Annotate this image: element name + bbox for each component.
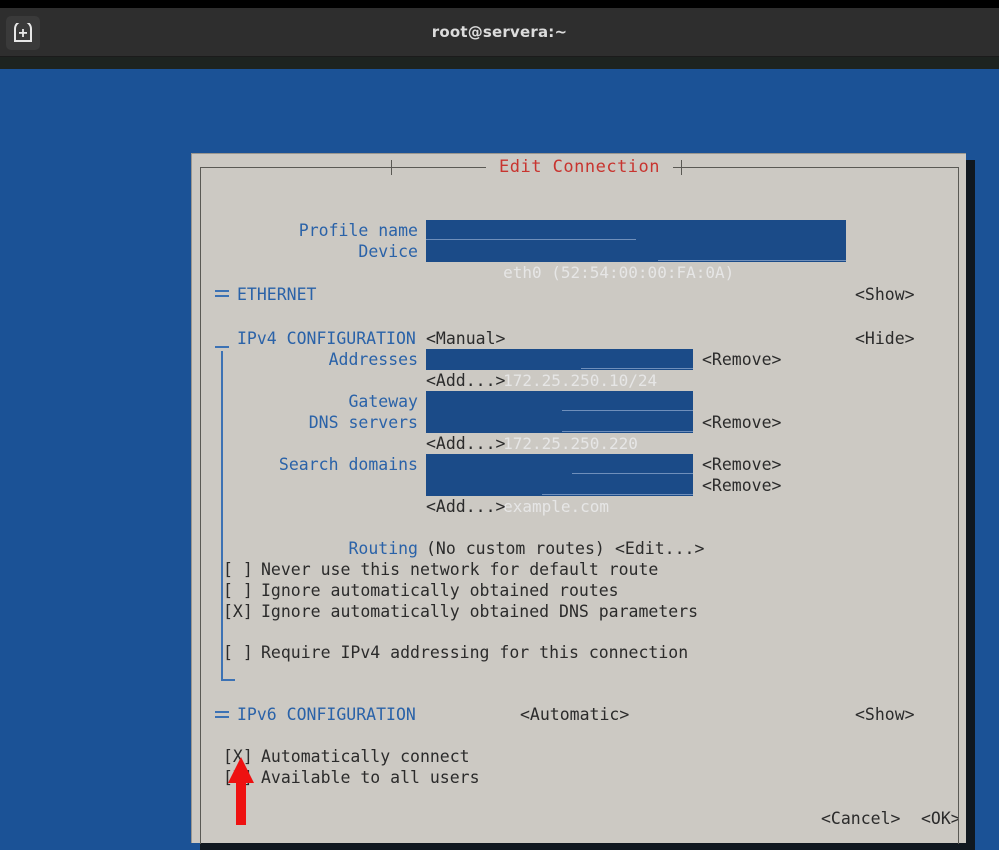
dns-servers-label: DNS servers <box>201 412 418 433</box>
checkbox-never-default-route-label[interactable]: Never use this network for default route <box>261 559 658 580</box>
window-top-strip <box>0 0 999 8</box>
ipv4-method-select[interactable]: <Manual> <box>426 328 505 349</box>
search-domain-input-1[interactable]: example.com <box>426 475 693 496</box>
ipv6-show-button[interactable]: <Show> <box>855 704 915 725</box>
edit-connection-dialog: Edit Connection Profile name Wired conne… <box>191 153 966 843</box>
profile-name-input[interactable]: Wired connection 1 <box>426 220 846 241</box>
dns-server-add-button[interactable]: <Add...> <box>426 433 505 454</box>
routing-label: Routing <box>201 538 418 559</box>
section-ipv6-label: IPv6 CONFIGURATION <box>237 704 416 725</box>
gateway-underline <box>562 410 693 411</box>
dialog-content: Profile name Wired connection 1 Device e… <box>201 180 958 843</box>
dialog-title-text: Edit Connection <box>486 157 673 177</box>
section-ipv4-label: IPv4 CONFIGURATION <box>237 328 416 349</box>
checkbox-auto-connect-label[interactable]: Automatically connect <box>261 746 470 767</box>
ipv4-tree-top-branch <box>215 346 229 348</box>
search-domain-remove-button-0[interactable]: <Remove> <box>702 454 781 475</box>
terminal-title: root@servera:~ <box>0 8 999 57</box>
gateway-label: Gateway <box>201 391 418 412</box>
ethernet-show-button[interactable]: <Show> <box>855 284 915 305</box>
checkbox-ignore-routes-label[interactable]: Ignore automatically obtained routes <box>261 580 619 601</box>
ipv4-tree-bottom-branch <box>221 679 235 681</box>
device-label: Device <box>201 241 418 262</box>
tui-desktop: Edit Connection Profile name Wired conne… <box>0 69 999 766</box>
search-domains-label: Search domains <box>201 454 418 475</box>
checkbox-ignore-dns-label[interactable]: Ignore automatically obtained DNS parame… <box>261 601 698 622</box>
profile-name-underline <box>426 239 636 240</box>
section-ethernet-label: ETHERNET <box>237 284 316 305</box>
dns-server-value-0: 172.25.250.220 <box>503 434 638 453</box>
ipv6-collapsed-marker <box>215 711 229 713</box>
checkbox-ignore-routes-mark[interactable]: [ ] <box>223 580 253 601</box>
checkbox-require-ipv4-label[interactable]: Require IPv4 addressing for this connect… <box>261 642 688 663</box>
ipv6-method-select[interactable]: <Automatic> <box>520 704 629 725</box>
address-add-button[interactable]: <Add...> <box>426 370 505 391</box>
checkbox-ignore-dns-mark[interactable]: [X] <box>223 601 253 622</box>
routing-value: (No custom routes) <box>426 538 605 559</box>
search-domain-value-1: example.com <box>503 497 609 516</box>
cancel-button[interactable]: <Cancel> <box>821 808 900 829</box>
routing-edit-button[interactable]: <Edit...> <box>615 538 704 559</box>
ethernet-collapsed-marker <box>215 290 229 292</box>
device-value: eth0 (52:54:00:00:FA:0A) <box>503 263 734 282</box>
checkbox-require-ipv4-mark[interactable]: [ ] <box>223 642 253 663</box>
search-domain-add-button[interactable]: <Add...> <box>426 496 505 517</box>
checkbox-available-all-users-label[interactable]: Available to all users <box>261 767 480 788</box>
annotation-arrow-icon <box>228 757 258 827</box>
device-input[interactable]: eth0 (52:54:00:00:FA:0A) <box>426 241 846 262</box>
device-underline <box>658 260 846 261</box>
search-domain-remove-button-1[interactable]: <Remove> <box>702 475 781 496</box>
ipv4-hide-button[interactable]: <Hide> <box>855 328 915 349</box>
profile-name-label: Profile name <box>201 220 418 241</box>
gateway-input[interactable]: 172.25.250.254 <box>426 391 693 412</box>
dns-server-input-0[interactable]: 172.25.250.220 <box>426 412 693 433</box>
addresses-label: Addresses <box>201 349 418 370</box>
checkbox-never-default-route-mark[interactable]: [ ] <box>223 559 253 580</box>
address-underline-0 <box>581 368 693 369</box>
address-remove-button-0[interactable]: <Remove> <box>702 349 781 370</box>
address-value-0: 172.25.250.10/24 <box>503 371 657 390</box>
terminal-tabstrip <box>0 57 999 69</box>
search-domain-underline-1 <box>542 494 693 495</box>
search-domain-underline-0 <box>572 473 693 474</box>
search-domain-input-0[interactable]: lab.example.com <box>426 454 693 475</box>
ok-button[interactable]: <OK> <box>921 808 958 829</box>
address-input-0[interactable]: 172.25.250.10/24 <box>426 349 693 370</box>
dns-server-underline-0 <box>562 431 693 432</box>
dns-server-remove-button-0[interactable]: <Remove> <box>702 412 781 433</box>
